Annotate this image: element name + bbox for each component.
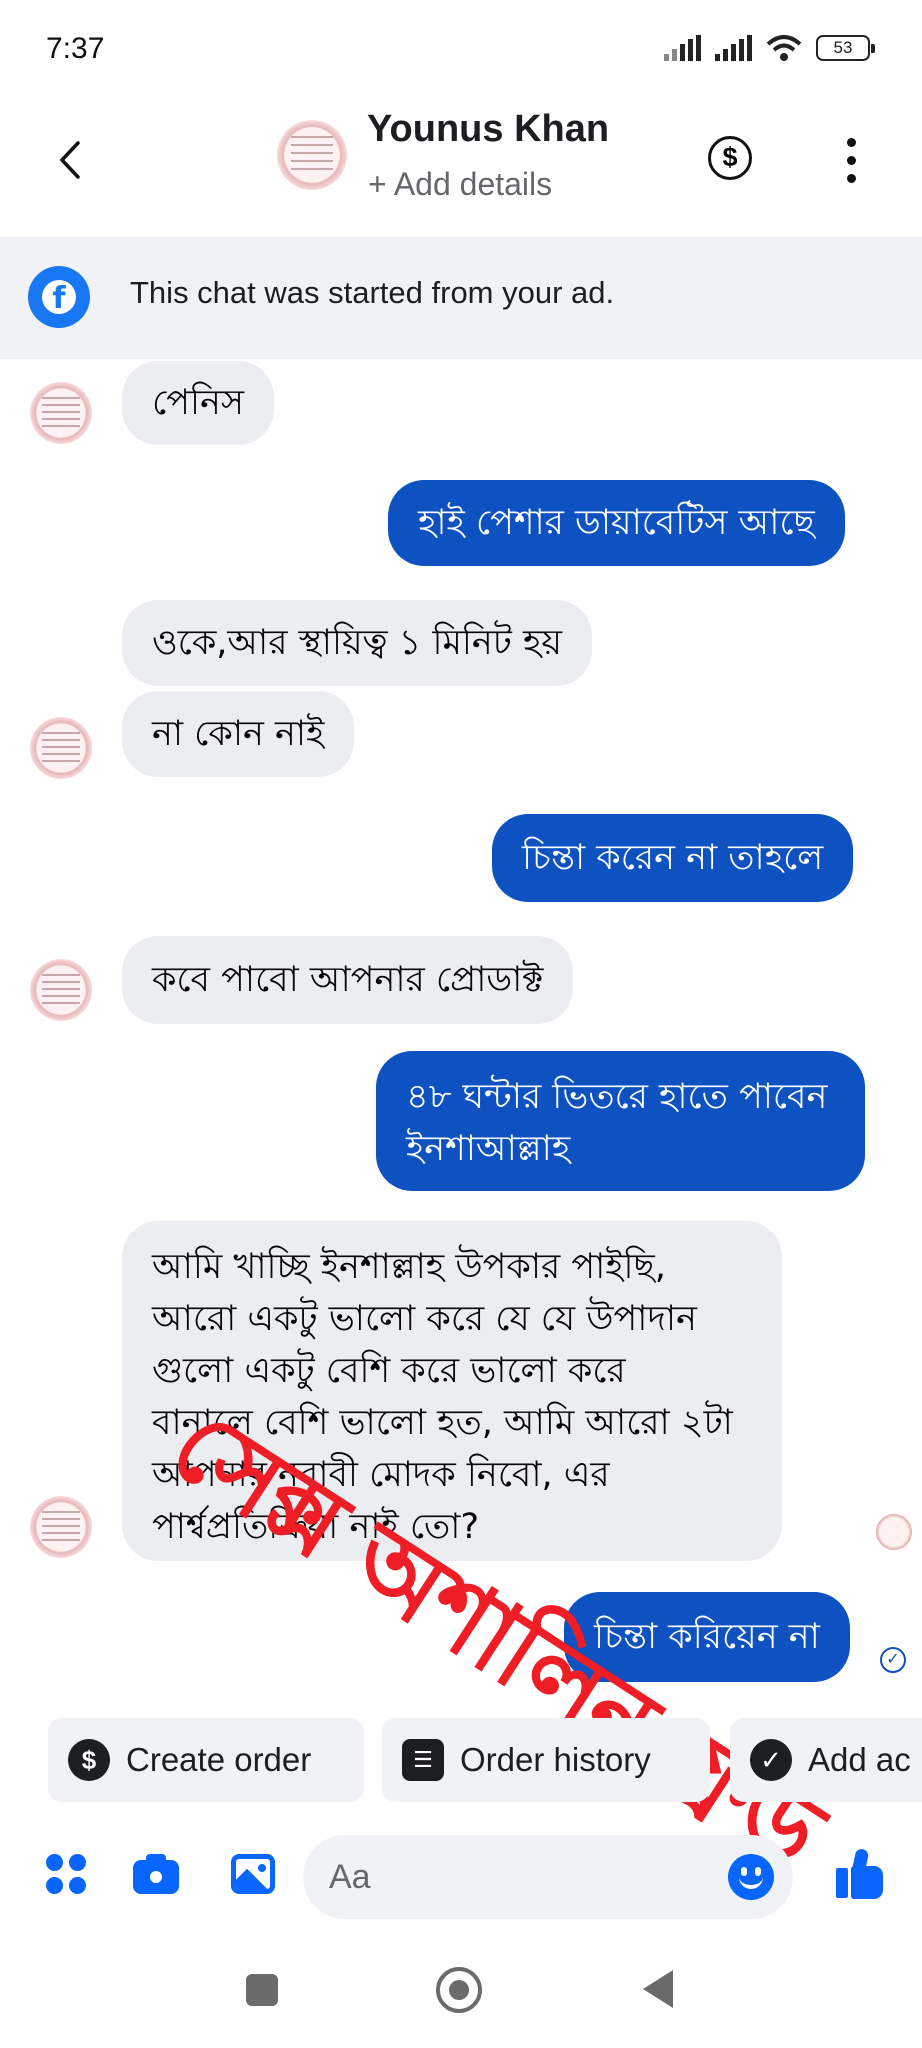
composer xyxy=(0,1832,922,1924)
sent-check-icon: ✓ xyxy=(880,1647,906,1673)
home-button[interactable] xyxy=(436,1967,482,2013)
list-icon: ☰ xyxy=(402,1739,444,1781)
sender-avatar xyxy=(30,382,92,444)
message-line: ৪৮ ঘন্টার ভিতরে হাতে পাবেন xyxy=(406,1077,828,1117)
message-bubble-outgoing[interactable]: হাই পেশার ডায়াবেটিস আছে xyxy=(388,480,845,566)
ad-banner: f This chat was started from your ad. xyxy=(0,237,922,359)
system-nav-bar xyxy=(0,1950,922,2048)
chat-header: Younus Khan + Add details $ xyxy=(0,100,922,235)
battery-icon: 53 xyxy=(816,35,875,61)
thumbs-up-icon[interactable] xyxy=(834,1846,886,1902)
wifi-icon xyxy=(766,35,802,61)
message-bubble-incoming[interactable]: না কোন নাই xyxy=(122,691,355,777)
message-bubble-incoming[interactable]: আমি খাচ্ছি ইনশাল্লাহ উপকার পাইছি, আরো এক… xyxy=(122,1221,782,1561)
message-input[interactable] xyxy=(303,1835,793,1919)
chip-label: Add ac xyxy=(808,1741,911,1778)
banner-text: This chat was started from your ad. xyxy=(130,275,615,310)
signal-icon xyxy=(664,35,701,61)
dollar-icon: $ xyxy=(68,1739,110,1781)
add-details-link[interactable]: + Add details xyxy=(368,166,552,203)
signal-icon xyxy=(715,35,752,61)
emoji-icon[interactable] xyxy=(728,1854,774,1900)
message-bubble-outgoing[interactable]: চিন্তা করিয়েন না xyxy=(564,1592,850,1682)
gallery-icon[interactable] xyxy=(229,1850,277,1898)
system-back-button[interactable] xyxy=(643,1970,673,2008)
contact-avatar[interactable] xyxy=(277,120,347,190)
check-icon: ✓ xyxy=(750,1739,792,1781)
status-bar: 7:37 53 xyxy=(0,0,922,100)
back-arrow-icon xyxy=(60,141,80,179)
message-line: আমি খাচ্ছি ইনশাল্লাহ উপকার পাইছি, xyxy=(152,1247,666,1287)
message-line: গুলো একটু বেশি করে ভালো করে xyxy=(152,1351,626,1391)
recents-button[interactable] xyxy=(246,1974,278,2006)
message-bubble-outgoing[interactable]: চিন্তা করেন না তাহলে xyxy=(492,814,854,902)
create-order-button[interactable]: $ Create order xyxy=(48,1718,364,1802)
sender-avatar xyxy=(30,717,92,779)
add-action-button[interactable]: ✓ Add ac xyxy=(730,1718,922,1802)
status-icons: 53 xyxy=(664,34,875,62)
quick-actions-bar[interactable]: $ Create order ☰ Order history ✓ Add ac xyxy=(0,1718,922,1806)
seen-avatar xyxy=(876,1514,912,1550)
message-list[interactable]: পেনিস হাই পেশার ডায়াবেটিস আছে ওকে,আর স্… xyxy=(0,359,922,1891)
message-line: আরো একটু ভালো করে যে যে উপাদান xyxy=(152,1299,697,1339)
sender-avatar xyxy=(30,1496,92,1558)
status-time: 7:37 xyxy=(46,32,105,65)
chip-label: Create order xyxy=(126,1741,312,1778)
message-line: পার্শ্বপ্রতিক্রিয়া নাই তো? xyxy=(152,1507,480,1547)
message-line: বানালে বেশি ভালো হত, আমি আরো ২টা xyxy=(152,1403,733,1443)
camera-icon[interactable] xyxy=(132,1850,180,1898)
order-history-button[interactable]: ☰ Order history xyxy=(382,1718,710,1802)
dollar-icon[interactable]: $ xyxy=(708,136,752,180)
sender-avatar xyxy=(30,959,92,1021)
message-bubble-outgoing[interactable]: ৪৮ ঘন্টার ভিতরে হাতে পাবেন ইনশাআল্লাহ xyxy=(376,1051,865,1191)
contact-name[interactable]: Younus Khan xyxy=(367,108,609,151)
message-bubble-incoming[interactable]: পেনিস xyxy=(122,361,274,445)
message-line: আপনার নবাবী মোদক নিবো, এর xyxy=(152,1455,610,1495)
chip-label: Order history xyxy=(460,1741,651,1778)
message-bubble-incoming[interactable]: ওকে,আর স্থায়িত্ব ১ মিনিট হয় xyxy=(122,600,592,686)
more-options-icon[interactable] xyxy=(836,136,868,186)
facebook-icon: f xyxy=(28,266,90,328)
message-bubble-incoming[interactable]: কবে পাবো আপনার প্রোডাক্ট xyxy=(122,936,574,1024)
message-line: ইনশাআল্লাহ xyxy=(406,1129,571,1169)
apps-icon[interactable] xyxy=(42,1850,90,1898)
back-button[interactable] xyxy=(50,130,90,190)
